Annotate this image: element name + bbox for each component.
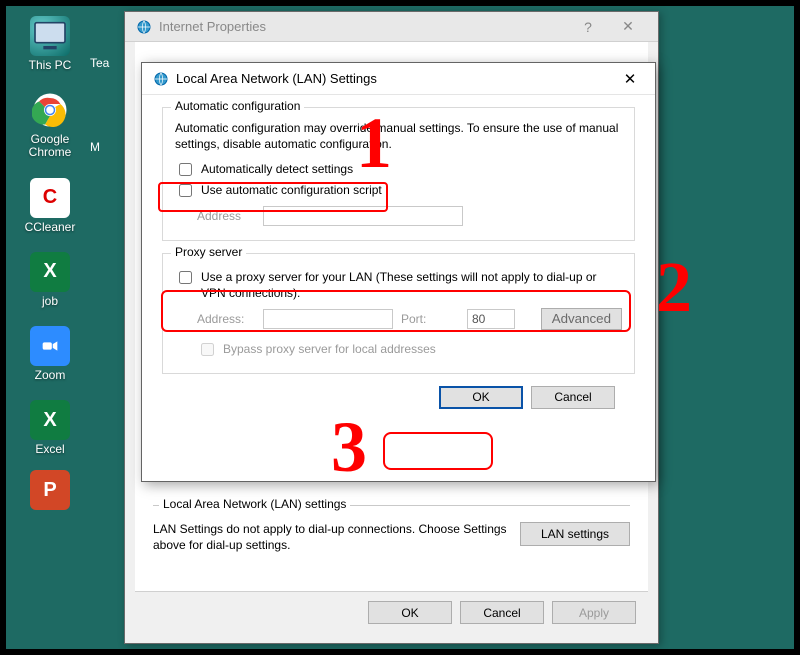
fieldset-legend: Local Area Network (LAN) settings [159,497,350,511]
desktop-icons: This PC Google Chrome C CCleaner X job Z… [20,16,80,510]
desktop-partial-label: M [90,140,100,154]
cancel-button[interactable]: Cancel [460,601,544,624]
ip-footer: OK Cancel Apply [135,591,648,633]
internet-options-icon [135,18,153,36]
ccleaner-icon: C [30,178,70,218]
close-button[interactable]: ✕ [615,70,645,88]
lan-settings-window: Local Area Network (LAN) Settings ✕ Auto… [141,62,656,482]
cancel-button[interactable]: Cancel [531,386,615,409]
annotation-box-1 [158,182,388,212]
desktop-icon-chrome[interactable]: Google Chrome [20,90,80,159]
bypass-label: Bypass proxy server for local addresses [223,342,436,356]
close-button[interactable]: ✕ [608,18,648,35]
window-title: Internet Properties [159,19,266,34]
excel-file-icon: X [30,252,70,292]
lan-settings-text: LAN Settings do not apply to dial-up con… [153,522,510,553]
desktop-icon-powerpoint[interactable]: P [20,470,80,510]
bypass-checkbox [201,343,214,356]
desktop-icon-label: Excel [35,443,64,456]
desktop: This PC Google Chrome C CCleaner X job Z… [4,4,796,651]
lan-settings-section: Local Area Network (LAN) settings LAN Se… [153,497,630,553]
powerpoint-icon: P [30,470,70,510]
annotation-number-2: 2 [656,246,692,329]
desktop-icon-ccleaner[interactable]: C CCleaner [20,178,80,234]
desktop-icon-zoom[interactable]: Zoom [20,326,80,382]
auto-detect-label[interactable]: Automatically detect settings [201,162,353,178]
internet-options-icon [152,70,170,88]
window-titlebar[interactable]: Local Area Network (LAN) Settings ✕ [142,63,655,95]
excel-icon: X [30,400,70,440]
chrome-icon [30,90,70,130]
lan-footer: OK Cancel [162,386,635,423]
desktop-icon-job[interactable]: X job [20,252,80,308]
use-proxy-checkbox[interactable] [179,271,192,284]
lan-settings-button[interactable]: LAN settings [520,522,630,546]
automatic-configuration-group: Automatic configuration Automatic config… [162,107,635,241]
desktop-icon-label: This PC [29,59,72,72]
help-button[interactable]: ? [568,19,608,35]
zoom-icon [30,326,70,366]
auto-config-description: Automatic configuration may override man… [175,120,622,152]
annotation-box-3 [383,432,493,470]
ok-button[interactable]: OK [368,601,452,624]
this-pc-icon [30,16,70,56]
window-title: Local Area Network (LAN) Settings [176,71,377,86]
group-legend: Automatic configuration [171,99,304,113]
window-titlebar[interactable]: Internet Properties ? ✕ [125,12,658,42]
desktop-icon-label: Zoom [35,369,66,382]
desktop-icon-excel[interactable]: X Excel [20,400,80,456]
desktop-icon-label: Google Chrome [29,133,72,159]
auto-detect-checkbox[interactable] [179,163,192,176]
ok-button[interactable]: OK [439,386,523,409]
desktop-icon-this-pc[interactable]: This PC [20,16,80,72]
annotation-box-2 [161,290,631,332]
desktop-icon-label: job [42,295,58,308]
desktop-partial-label: Tea [90,56,109,70]
desktop-icon-label: CCleaner [25,221,76,234]
apply-button[interactable]: Apply [552,601,636,624]
group-legend: Proxy server [171,245,246,259]
